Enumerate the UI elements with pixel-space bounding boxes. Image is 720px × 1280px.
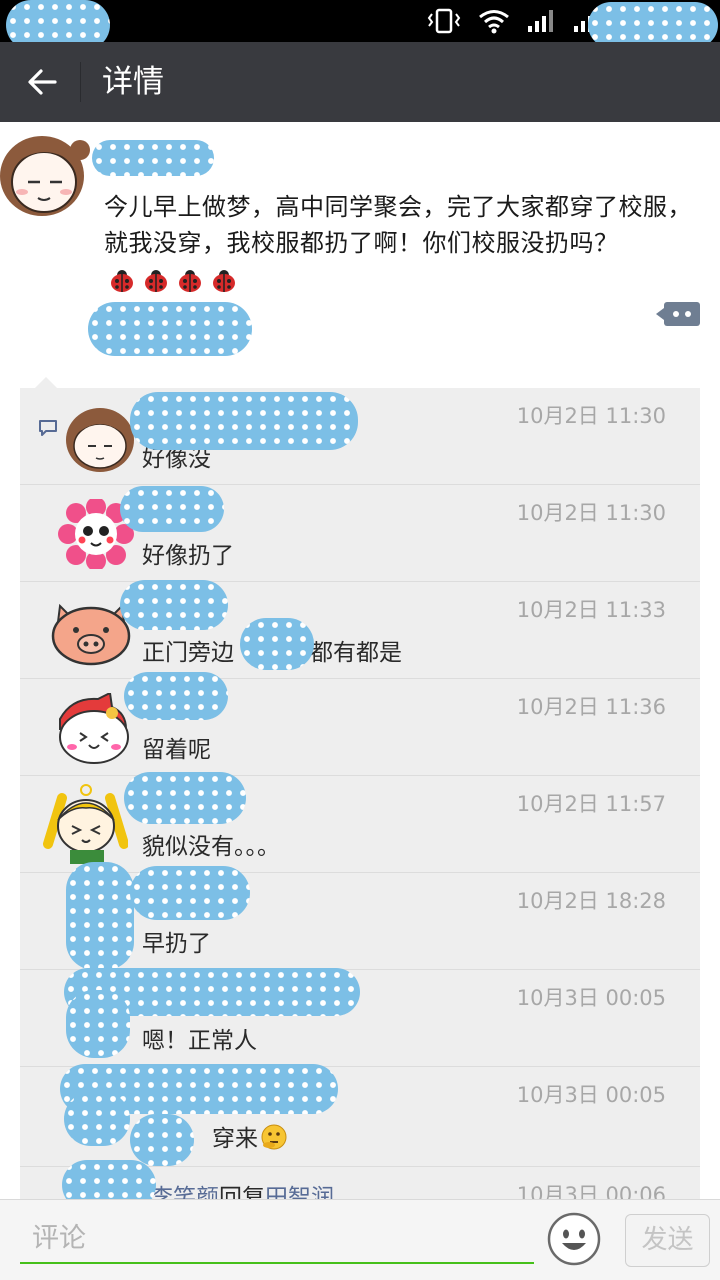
more-dot-icon xyxy=(685,311,691,317)
emoji-button[interactable] xyxy=(547,1212,601,1266)
signal-icon xyxy=(526,8,556,34)
commenter-avatar[interactable] xyxy=(58,691,134,764)
comment-bubble-icon xyxy=(38,418,58,442)
privacy-mask xyxy=(130,1114,194,1166)
privacy-mask xyxy=(66,862,134,970)
comment-input-bar: 发送 xyxy=(0,1199,720,1280)
comment-row[interactable]: 10月2日 11:57 貌似没有。。。 xyxy=(20,776,700,873)
comment-time: 10月2日 11:57 xyxy=(516,792,666,816)
ladybug-emoji-group xyxy=(108,266,238,294)
page-title: 详情 xyxy=(102,64,164,100)
actionbar-divider xyxy=(80,62,81,102)
comment-time: 10月2日 11:30 xyxy=(516,501,666,525)
comment-time: 10月2日 18:28 xyxy=(516,889,666,913)
more-dot-icon xyxy=(673,311,679,317)
comment-action-button[interactable] xyxy=(656,302,700,326)
comment-row[interactable]: 10月2日 11:30 好像没 xyxy=(20,388,700,485)
commenter-avatar[interactable] xyxy=(58,402,134,472)
privacy-mask xyxy=(124,772,246,824)
comment-text: 貌似没有。。。 xyxy=(142,834,280,860)
smiley-icon xyxy=(547,1212,601,1266)
author-avatar[interactable] xyxy=(0,126,90,218)
comment-time: 10月2日 11:33 xyxy=(516,598,666,622)
ladybug-icon xyxy=(145,270,167,292)
comment-time: 10月2日 11:30 xyxy=(516,404,666,428)
thinking-emoji-icon xyxy=(261,1124,287,1150)
privacy-mask xyxy=(240,618,314,670)
post-time-mask xyxy=(88,302,252,356)
privacy-mask xyxy=(130,392,358,450)
privacy-mask xyxy=(120,486,224,532)
comment-time: 10月3日 00:05 xyxy=(516,1083,666,1107)
moments-detail-screen: 详情 今儿早上做梦，高中同学聚会，完了大家都穿了校服，就我没穿，我校服都扔了啊！… xyxy=(0,0,720,1280)
comment-text: 穿来 xyxy=(212,1123,288,1154)
post-content: 今儿早上做梦，高中同学聚会，完了大家都穿了校服，就我没穿，我校服都扔了啊！你们校… xyxy=(104,189,694,297)
back-arrow-icon xyxy=(28,69,57,95)
commenter-avatar[interactable] xyxy=(43,784,134,864)
ladybug-icon xyxy=(213,270,235,292)
comment-text: 好像扔了 xyxy=(142,543,234,569)
comment-row[interactable]: 10月2日 11:36 留着呢 xyxy=(20,679,700,776)
ladybug-icon xyxy=(111,270,133,292)
comment-text: 留着呢 xyxy=(142,737,211,763)
comment-text: 早扔了 xyxy=(142,931,211,957)
vibrate-icon xyxy=(426,8,462,34)
wifi-icon xyxy=(478,8,510,34)
privacy-mask xyxy=(64,1092,130,1146)
privacy-mask xyxy=(66,990,130,1058)
ladybug-icon xyxy=(179,270,201,292)
send-button[interactable]: 发送 xyxy=(625,1214,710,1267)
action-bar: 详情 xyxy=(0,42,720,122)
comment-input[interactable] xyxy=(20,1214,534,1264)
comment-time: 10月3日 00:05 xyxy=(516,986,666,1010)
privacy-mask xyxy=(124,672,228,720)
status-bar xyxy=(0,0,720,50)
comment-time: 10月2日 11:36 xyxy=(516,695,666,719)
comment-text: 嗯！正常人 xyxy=(142,1028,257,1054)
privacy-mask xyxy=(120,580,228,630)
post-text: 今儿早上做梦，高中同学聚会，完了大家都穿了校服，就我没穿，我校服都扔了啊！你们校… xyxy=(104,193,692,257)
author-name-mask xyxy=(92,140,214,176)
back-button[interactable] xyxy=(22,62,62,102)
privacy-mask xyxy=(130,866,250,920)
